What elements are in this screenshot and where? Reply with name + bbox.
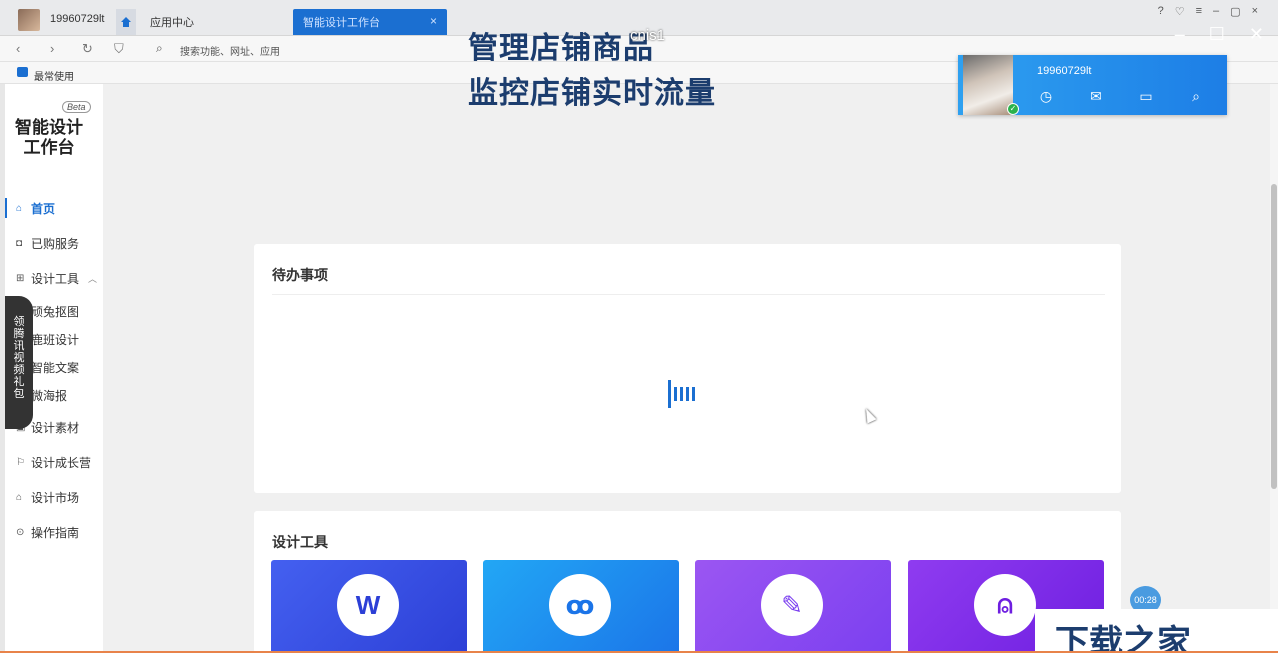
overlay-headline: 管理店铺商品 (468, 31, 654, 66)
bookmark-folder-icon (17, 67, 28, 77)
restore-icon[interactable]: ▢ (1230, 5, 1240, 18)
tab-label: 应用中心 (150, 17, 194, 29)
bookmark-frequent[interactable]: 最常使用 (34, 68, 74, 83)
tencent-video-gift-tab[interactable]: 领 腾 讯 视 频 礼 包 (5, 296, 33, 429)
profile-actions: ◷ ✉ ▭ ⌕ (1038, 88, 1204, 105)
app-logo[interactable]: 智能设计 工作台 (14, 118, 84, 158)
divider (272, 294, 1105, 295)
sidebar-item-market[interactable]: ⌂ 设计市场 (5, 487, 103, 507)
sidebar-item-label: 设计素材 (31, 420, 80, 435)
sidebar-item-label: 设计市场 (31, 490, 80, 505)
help-icon[interactable]: ? (1158, 5, 1164, 18)
address-input[interactable]: 搜索功能、网址、应用 (180, 43, 280, 58)
tool-tile-luban[interactable]: ꝏ (483, 560, 679, 653)
maximize-icon[interactable]: ☐ (1209, 24, 1225, 45)
search-icon: ⌕ (156, 41, 163, 55)
tab-home[interactable] (116, 9, 136, 35)
sidebar-subitem[interactable]: 智能文案 (31, 359, 79, 376)
close-window-icon[interactable]: × (1252, 5, 1258, 18)
sidebar-item-purchased[interactable]: ◘ 已购服务 (5, 233, 103, 253)
browser-username[interactable]: 19960729lt (50, 13, 104, 25)
todo-card: 待办事项 (254, 244, 1121, 493)
sidebar-item-label: 已购服务 (31, 236, 80, 251)
tool-tile-copywriting[interactable]: ✎ (695, 560, 891, 653)
rabbit-icon: ꝏ (549, 574, 611, 636)
mail-icon[interactable]: ✉ (1088, 88, 1104, 105)
profile-name: 19960729lt (1037, 65, 1092, 77)
window-controls: ? ♡ ≡ – ▢ × (1158, 5, 1258, 18)
alarm-icon: ⍝ (974, 574, 1036, 636)
sidebar-item-design-tools[interactable]: ⊞ 设计工具 ︿ (5, 268, 103, 288)
home-icon: ⌂ (16, 202, 23, 214)
minimize-icon[interactable]: – (1175, 24, 1185, 45)
todo-title: 待办事项 (272, 267, 328, 283)
home-icon (121, 17, 131, 27)
watermark-logo: 下载之家 (1035, 609, 1278, 653)
design-tools-title: 设计工具 (272, 534, 328, 550)
edit-icon: ✎ (761, 574, 823, 636)
page-scrollbar[interactable] (1270, 84, 1278, 653)
overlay-headline: 监控店铺实时流量 (468, 76, 716, 111)
minimize-icon[interactable]: – (1213, 5, 1219, 18)
profile-popup: ✓ 19960729lt ◷ ✉ ▭ ⌕ (958, 55, 1227, 115)
skin-icon[interactable]: ♡ (1175, 5, 1185, 18)
tab-label: 智能设计工作台 (303, 17, 380, 29)
sidebar-item-label: 首页 (31, 201, 56, 216)
logo-line: 工作台 (23, 138, 75, 158)
sidebar-item-guide[interactable]: ⊙ 操作指南 (5, 522, 103, 542)
beta-badge: Beta (62, 101, 91, 113)
back-icon[interactable]: ‹ (16, 41, 20, 56)
sidebar-item-label: 设计成长营 (31, 455, 92, 470)
help-icon: ⊙ (16, 526, 25, 538)
search-icon[interactable]: ⌕ (1188, 88, 1204, 105)
camera-label: cnis1 (630, 27, 666, 44)
flag-icon: ⚐ (16, 456, 25, 468)
tool-tile-cutout[interactable]: W (271, 560, 467, 653)
loading-spinner (668, 380, 695, 408)
sidebar-item-label: 操作指南 (31, 525, 80, 540)
video-window-controls: – ☐ ✕ (1175, 24, 1264, 45)
bag-icon: ◘ (16, 237, 23, 249)
close-icon[interactable]: × (430, 14, 437, 28)
refresh-icon[interactable]: ↻ (82, 41, 93, 57)
sidebar-item-home[interactable]: ⌂ 首页 (5, 198, 103, 218)
gift-char: 包 (13, 387, 25, 400)
sidebar-subitem[interactable]: 微海报 (31, 387, 67, 404)
sidebar-subitem[interactable]: 顽兔抠图 (31, 303, 79, 320)
cutout-logo-icon: W (337, 574, 399, 636)
tab-design-workbench[interactable]: 智能设计工作台 × (293, 9, 447, 35)
grid-icon: ⊞ (16, 272, 25, 284)
logo-line: 智能设计 (15, 118, 83, 138)
shop-icon: ⌂ (16, 491, 23, 503)
sidebar-subitem[interactable]: 鹿班设计 (31, 331, 79, 348)
scrollbar-thumb[interactable] (1271, 184, 1277, 489)
forward-icon[interactable]: › (50, 41, 54, 56)
sidebar-item-growth-camp[interactable]: ⚐ 设计成长营 (5, 452, 103, 472)
chevron-up-icon: ︿ (87, 273, 97, 284)
user-avatar[interactable] (18, 9, 40, 31)
shield-icon[interactable]: ⛉ (114, 41, 124, 57)
close-icon[interactable]: ✕ (1249, 24, 1264, 45)
profile-photo[interactable] (963, 55, 1013, 115)
sidebar-item-label: 设计工具 (31, 271, 80, 286)
history-icon[interactable]: ◷ (1038, 88, 1054, 105)
tab-app-center[interactable]: 应用中心 (140, 9, 290, 35)
design-tools-card: 设计工具 W ꝏ ✎ ⍝ (254, 511, 1121, 653)
window-icon[interactable]: ▭ (1138, 88, 1154, 105)
online-check-icon: ✓ (1007, 103, 1019, 115)
menu-icon[interactable]: ≡ (1196, 5, 1202, 18)
